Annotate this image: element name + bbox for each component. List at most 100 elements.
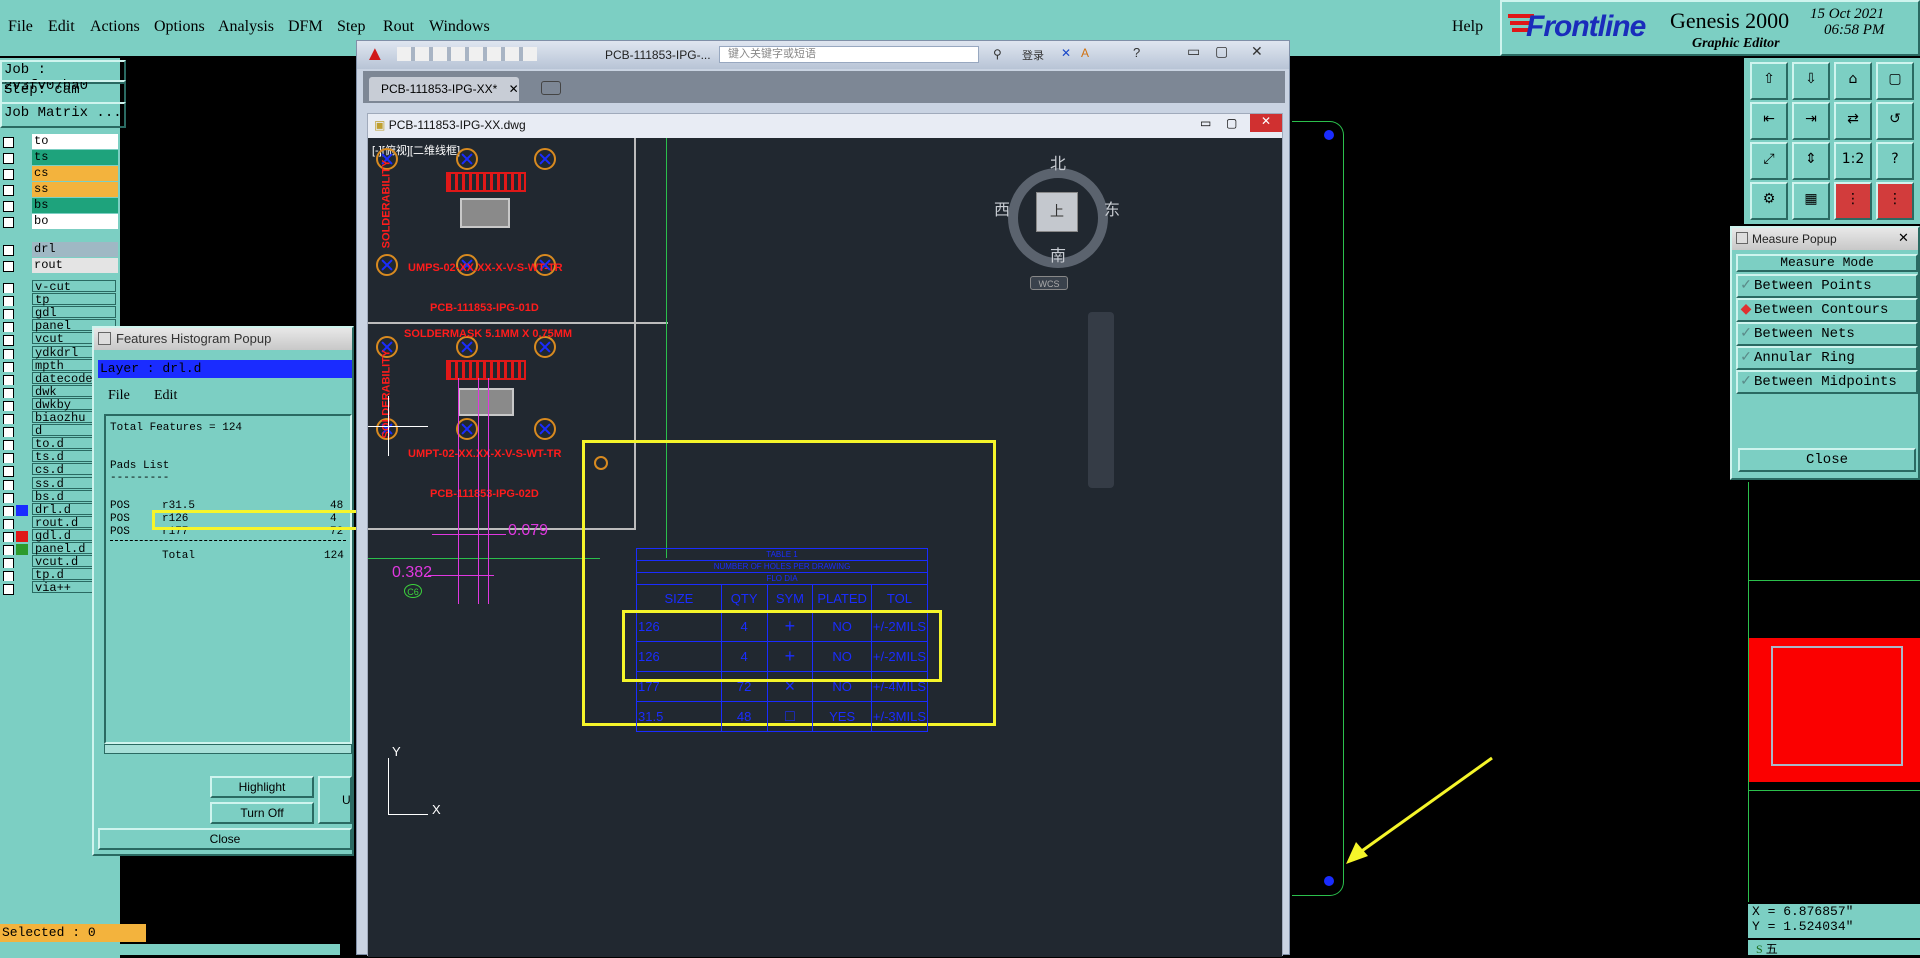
compass-west[interactable]: 西 [994,196,1010,220]
measure-option[interactable]: ◆ Between Contours [1736,298,1918,322]
home-icon[interactable]: ⌂ [1834,62,1872,100]
fit-page-icon[interactable]: ▢ [1876,62,1914,100]
menu-options[interactable]: Options [154,18,205,36]
cad-canvas[interactable]: [-][俯视][二维线框] UMPS-02-XX.XX-X-V-S-WT-TR … [368,138,1282,957]
radio-selected-icon[interactable]: ◆ [1738,300,1754,320]
menu-rout[interactable]: Rout [383,18,414,36]
maximize-button[interactable]: ▢ [1215,43,1228,60]
turn-off-button[interactable]: Turn Off [210,802,314,824]
zoom-out-icon[interactable]: ⇥ [1792,102,1830,140]
histogram-close-button[interactable]: Close [98,828,352,850]
exchange-icon[interactable]: ✕ [1061,46,1071,60]
layer-name[interactable]: bs [32,198,118,213]
layer-name[interactable]: cs [32,166,118,181]
layer-checkbox[interactable] [3,137,14,148]
menu-step[interactable]: Step [337,18,365,36]
zoom-previous-icon[interactable]: ⇩ [1792,62,1830,100]
measure-option[interactable]: ✓ Between Nets [1736,322,1918,346]
zoom-in-icon[interactable]: ⇤ [1750,102,1788,140]
drawing-maximize-button[interactable]: ▢ [1226,116,1237,130]
radio-icon[interactable]: ✓ [1738,276,1754,296]
radio-icon[interactable]: ✓ [1738,324,1754,344]
compass-south[interactable]: 南 [1050,242,1066,266]
ime-label[interactable]: 五 [1766,942,1778,956]
layer-name[interactable]: bo [32,214,118,229]
layer-row[interactable]: ss [0,182,118,198]
layer-name[interactable]: ts [32,150,118,165]
autocad-logo-icon[interactable]: ▲ [365,43,385,66]
layer-name[interactable]: drl [32,242,118,257]
radio-icon[interactable]: ✓ [1738,372,1754,392]
layer-row[interactable]: gdl [0,306,118,321]
layer-row[interactable]: ts [0,150,118,166]
minimize-button[interactable]: ▭ [1187,43,1200,60]
binoculars-icon[interactable]: ⚲ [993,47,1002,61]
search-input[interactable]: 键入关键字或短语 [719,46,979,63]
grid-icon[interactable]: ▦ [1792,182,1830,220]
snap-red-icon[interactable]: ⋮ [1834,182,1872,220]
layer-name[interactable]: to [32,134,118,149]
layer-checkbox[interactable] [3,245,14,256]
histogram-hscrollbar[interactable] [104,744,352,754]
login-link[interactable]: 登录 [1022,47,1044,63]
job-matrix-button[interactable]: Job Matrix ... [0,102,126,128]
radio-icon[interactable]: ✓ [1738,348,1754,368]
redraw-icon[interactable]: ↺ [1876,102,1914,140]
quick-access-toolbar[interactable] [397,47,537,61]
layer-checkbox[interactable] [3,261,14,272]
compass-north[interactable]: 北 [1050,150,1066,174]
menu-analysis[interactable]: Analysis [218,18,274,36]
drawing-minimize-button[interactable]: ▭ [1200,116,1211,130]
layer-checkbox[interactable] [3,153,14,164]
compass-east[interactable]: 东 [1104,196,1120,220]
layer-row[interactable]: v-cut [0,280,118,294]
snap-red-alt-icon[interactable]: ⋮ [1876,182,1914,220]
new-tab-icon[interactable] [541,81,561,95]
layer-row[interactable]: tp [0,293,118,308]
menu-edit[interactable]: Edit [48,18,75,36]
fit-screen-icon[interactable]: ⤢ [1750,142,1788,180]
measure-tool-icon[interactable]: ⚙ [1750,182,1788,220]
fit-profile-icon[interactable]: ⇕ [1792,142,1830,180]
layer-row[interactable]: to [0,134,118,150]
layer-name[interactable]: ss [32,182,118,197]
layer-checkbox[interactable] [3,185,14,196]
menu-windows[interactable]: Windows [429,18,490,36]
wcs-dropdown[interactable]: WCS [1030,276,1068,290]
undo-button[interactable]: U [318,776,352,824]
layer-row[interactable]: drl [0,242,118,258]
layer-name[interactable]: v-cut [32,280,116,293]
help-query-icon[interactable]: ? [1876,142,1914,180]
layer-checkbox[interactable] [3,169,14,180]
layer-name[interactable]: gdl [32,306,116,319]
layer-checkbox[interactable] [3,217,14,228]
zoom-home-icon[interactable]: ⇧ [1750,62,1788,100]
measure-close-icon[interactable]: ✕ [1898,230,1909,246]
layer-row[interactable]: bs [0,198,118,214]
layer-row[interactable]: rout [0,258,118,274]
viewcube-top[interactable]: 上 [1036,192,1078,232]
help-icon[interactable]: ? [1133,45,1140,60]
navigation-bar[interactable] [1088,312,1114,488]
close-button[interactable]: ✕ [1251,43,1263,60]
layer-name[interactable]: tp [32,293,116,306]
drawing-close-button[interactable]: ✕ [1250,114,1282,132]
highlight-button[interactable]: Highlight [210,776,314,798]
ime-icon[interactable]: S [1748,942,1763,956]
menu-dfm[interactable]: DFM [288,18,323,36]
layer-checkbox[interactable] [3,584,14,596]
measure-option[interactable]: ✓ Between Midpoints [1736,370,1918,394]
layer-name[interactable]: rout [32,258,118,273]
tab-drawing[interactable]: PCB-111853-IPG-XX* ✕ [369,77,519,101]
menu-actions[interactable]: Actions [90,18,140,36]
menu-help[interactable]: Help [1452,18,1483,36]
pan-icon[interactable]: ⇄ [1834,102,1872,140]
layer-checkbox[interactable] [3,201,14,212]
histogram-menu-edit[interactable]: Edit [154,388,177,404]
measure-close-button[interactable]: Close [1738,448,1916,472]
tab-close-icon[interactable]: ✕ [509,82,519,96]
menu-file[interactable]: File [8,18,33,36]
measure-option[interactable]: ✓ Between Points [1736,274,1918,298]
autodesk-icon[interactable]: A [1081,46,1089,60]
layer-row[interactable]: cs [0,166,118,182]
